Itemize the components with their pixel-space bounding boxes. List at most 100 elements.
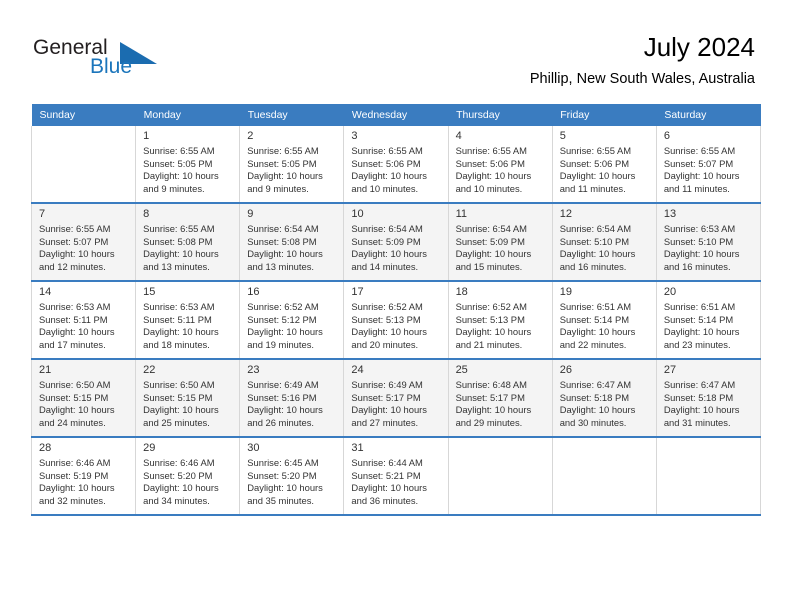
day-cell-inner: 27 Sunrise: 6:47 AM Sunset: 5:18 PM Dayli… [657,360,760,436]
calendar-day-cell[interactable]: 5 Sunrise: 6:55 AM Sunset: 5:06 PM Daylig… [551,126,657,204]
weekday-header-friday: Friday [552,104,657,126]
day-cell-inner: 10 Sunrise: 6:54 AM Sunset: 5:09 PM Dayli… [344,204,447,280]
day-cell-inner: 9 Sunrise: 6:54 AM Sunset: 5:08 PM Daylig… [240,204,343,280]
day-sun-details: Sunrise: 6:50 AM Sunset: 5:15 PM Dayligh… [143,379,219,428]
calendar-day-cell[interactable]: 27 Sunrise: 6:47 AM Sunset: 5:18 PM Dayli… [655,359,762,438]
day-cell-inner: 14 Sunrise: 6:53 AM Sunset: 5:11 PM Dayli… [32,282,135,358]
day-sun-details: Sunrise: 6:52 AM Sunset: 5:12 PM Dayligh… [247,301,323,350]
day-number: 30 [247,442,260,454]
day-number: 17 [351,286,364,298]
calendar-day-cell[interactable]: 29 Sunrise: 6:46 AM Sunset: 5:20 PM Dayli… [135,437,241,516]
calendar-day-cell[interactable]: 4 Sunrise: 6:55 AM Sunset: 5:06 PM Daylig… [447,126,553,204]
day-number: 18 [455,286,468,298]
calendar-day-cell[interactable]: 8 Sunrise: 6:55 AM Sunset: 5:08 PM Daylig… [135,203,241,282]
title-block: July 2024 Phillip, New South Wales, Aust… [530,32,755,88]
day-sun-details: Sunrise: 6:52 AM Sunset: 5:13 PM Dayligh… [351,301,427,350]
calendar-header-row: Sunday Monday Tuesday Wednesday Thursday… [31,104,761,126]
day-sun-details: Sunrise: 6:47 AM Sunset: 5:18 PM Dayligh… [663,379,740,428]
day-number: 13 [663,208,677,220]
day-number: 31 [351,442,364,454]
day-number: 1 [143,130,150,142]
calendar-day-cell[interactable]: 30 Sunrise: 6:45 AM Sunset: 5:20 PM Dayli… [239,437,345,516]
calendar-day-cell[interactable]: 10 Sunrise: 6:54 AM Sunset: 5:09 PM Dayli… [343,203,449,282]
day-number: 19 [559,286,572,298]
calendar-day-cell[interactable]: 1 Sunrise: 6:55 AM Sunset: 5:05 PM Daylig… [135,126,241,204]
weekday-header-sunday: Sunday [31,104,136,126]
calendar-day-cell[interactable]: 17 Sunrise: 6:52 AM Sunset: 5:13 PM Dayli… [343,281,449,360]
calendar-day-cell-empty [447,437,553,516]
calendar-day-cell[interactable]: 28 Sunrise: 6:46 AM Sunset: 5:19 PM Dayli… [30,437,137,516]
calendar-day-cell[interactable]: 23 Sunrise: 6:49 AM Sunset: 5:16 PM Dayli… [239,359,345,438]
day-cell-inner: 11 Sunrise: 6:54 AM Sunset: 5:09 PM Dayli… [449,204,552,280]
day-sun-details: Sunrise: 6:53 AM Sunset: 5:11 PM Dayligh… [143,301,219,350]
day-sun-details: Sunrise: 6:47 AM Sunset: 5:18 PM Dayligh… [559,379,636,428]
calendar-day-cell[interactable]: 31 Sunrise: 6:44 AM Sunset: 5:21 PM Dayli… [343,437,449,516]
day-number: 14 [39,286,52,298]
day-number: 27 [663,364,677,376]
day-sun-details: Sunrise: 6:48 AM Sunset: 5:17 PM Dayligh… [455,379,532,428]
day-number: 16 [247,286,260,298]
day-sun-details: Sunrise: 6:53 AM Sunset: 5:10 PM Dayligh… [663,223,740,272]
day-number: 11 [455,208,467,220]
day-number: 21 [39,364,52,376]
calendar-day-cell[interactable]: 9 Sunrise: 6:54 AM Sunset: 5:08 PM Daylig… [239,203,345,282]
day-number: 23 [247,364,260,376]
page-title: July 2024 [643,32,755,62]
day-number: 4 [455,130,462,142]
calendar-day-cell[interactable]: 20 Sunrise: 6:51 AM Sunset: 5:14 PM Dayli… [655,281,762,360]
day-sun-details: Sunrise: 6:55 AM Sunset: 5:05 PM Dayligh… [247,145,323,194]
day-sun-details: Sunrise: 6:54 AM Sunset: 5:08 PM Dayligh… [247,223,323,272]
calendar-week-row: 21 Sunrise: 6:50 AM Sunset: 5:15 PM Dayli… [30,359,762,438]
day-cell-inner: 25 Sunrise: 6:48 AM Sunset: 5:17 PM Dayli… [449,360,552,436]
day-cell-inner: 24 Sunrise: 6:49 AM Sunset: 5:17 PM Dayli… [344,360,447,436]
day-cell-inner: 2 Sunrise: 6:55 AM Sunset: 5:05 PM Daylig… [240,126,343,202]
calendar-day-cell[interactable]: 15 Sunrise: 6:53 AM Sunset: 5:11 PM Dayli… [135,281,241,360]
calendar-day-cell[interactable]: 3 Sunrise: 6:55 AM Sunset: 5:06 PM Daylig… [343,126,449,204]
weekday-header-tuesday: Tuesday [239,104,344,126]
weekday-header-saturday: Saturday [656,104,761,126]
day-number: 10 [351,208,364,220]
day-cell-inner: 16 Sunrise: 6:52 AM Sunset: 5:12 PM Dayli… [240,282,343,358]
day-sun-details: Sunrise: 6:53 AM Sunset: 5:11 PM Dayligh… [39,301,115,350]
calendar-day-cell[interactable]: 24 Sunrise: 6:49 AM Sunset: 5:17 PM Dayli… [343,359,449,438]
day-sun-details: Sunrise: 6:54 AM Sunset: 5:10 PM Dayligh… [559,223,636,272]
calendar-day-cell[interactable]: 14 Sunrise: 6:53 AM Sunset: 5:11 PM Dayli… [30,281,137,360]
calendar-day-cell[interactable]: 25 Sunrise: 6:48 AM Sunset: 5:17 PM Dayli… [447,359,553,438]
calendar-day-cell[interactable]: 26 Sunrise: 6:47 AM Sunset: 5:18 PM Dayli… [551,359,657,438]
day-cell-inner: 12 Sunrise: 6:54 AM Sunset: 5:10 PM Dayli… [553,204,656,280]
calendar-day-cell[interactable]: 13 Sunrise: 6:53 AM Sunset: 5:10 PM Dayli… [655,203,762,282]
calendar-week-row: 1 Sunrise: 6:55 AM Sunset: 5:05 PM Daylig… [30,126,762,204]
day-cell-inner: 30 Sunrise: 6:45 AM Sunset: 5:20 PM Dayli… [240,438,343,514]
calendar-day-cell[interactable]: 6 Sunrise: 6:55 AM Sunset: 5:07 PM Daylig… [655,126,762,204]
day-sun-details: Sunrise: 6:51 AM Sunset: 5:14 PM Dayligh… [559,301,636,350]
day-cell-inner [449,438,552,514]
day-cell-inner: 17 Sunrise: 6:52 AM Sunset: 5:13 PM Dayli… [344,282,447,358]
calendar-day-cell[interactable]: 18 Sunrise: 6:52 AM Sunset: 5:13 PM Dayli… [447,281,553,360]
day-cell-inner [553,438,656,514]
day-sun-details: Sunrise: 6:45 AM Sunset: 5:20 PM Dayligh… [247,457,323,506]
day-number: 5 [559,130,566,142]
day-cell-inner: 28 Sunrise: 6:46 AM Sunset: 5:19 PM Dayli… [32,438,135,514]
day-cell-inner: 21 Sunrise: 6:50 AM Sunset: 5:15 PM Dayli… [32,360,135,436]
calendar-day-cell[interactable]: 12 Sunrise: 6:54 AM Sunset: 5:10 PM Dayli… [551,203,657,282]
calendar-table: Sunday Monday Tuesday Wednesday Thursday… [30,104,762,516]
calendar-day-cell[interactable]: 22 Sunrise: 6:50 AM Sunset: 5:15 PM Dayli… [135,359,241,438]
calendar-day-cell[interactable]: 16 Sunrise: 6:52 AM Sunset: 5:12 PM Dayli… [239,281,345,360]
calendar-day-cell-empty [655,437,762,516]
day-sun-details: Sunrise: 6:49 AM Sunset: 5:16 PM Dayligh… [247,379,323,428]
brand-logo: General Blue [33,36,243,86]
calendar-day-cell[interactable]: 2 Sunrise: 6:55 AM Sunset: 5:05 PM Daylig… [239,126,345,204]
calendar-day-cell[interactable]: 21 Sunrise: 6:50 AM Sunset: 5:15 PM Dayli… [30,359,137,438]
day-cell-inner: 3 Sunrise: 6:55 AM Sunset: 5:06 PM Daylig… [344,126,447,202]
day-cell-inner: 4 Sunrise: 6:55 AM Sunset: 5:06 PM Daylig… [449,126,552,202]
calendar-week-row: 28 Sunrise: 6:46 AM Sunset: 5:19 PM Dayli… [30,437,762,516]
page-header: General Blue July 2024 Phillip, New Sout… [0,0,792,104]
day-cell-inner [32,126,135,202]
calendar-day-cell[interactable]: 7 Sunrise: 6:55 AM Sunset: 5:07 PM Daylig… [30,203,137,282]
day-cell-inner: 13 Sunrise: 6:53 AM Sunset: 5:10 PM Dayli… [657,204,760,280]
day-number: 24 [351,364,364,376]
day-sun-details: Sunrise: 6:55 AM Sunset: 5:07 PM Dayligh… [663,145,740,194]
calendar-day-cell[interactable]: 11 Sunrise: 6:54 AM Sunset: 5:09 PM Dayli… [447,203,553,282]
calendar-day-cell[interactable]: 19 Sunrise: 6:51 AM Sunset: 5:14 PM Dayli… [551,281,657,360]
weekday-header-thursday: Thursday [448,104,553,126]
